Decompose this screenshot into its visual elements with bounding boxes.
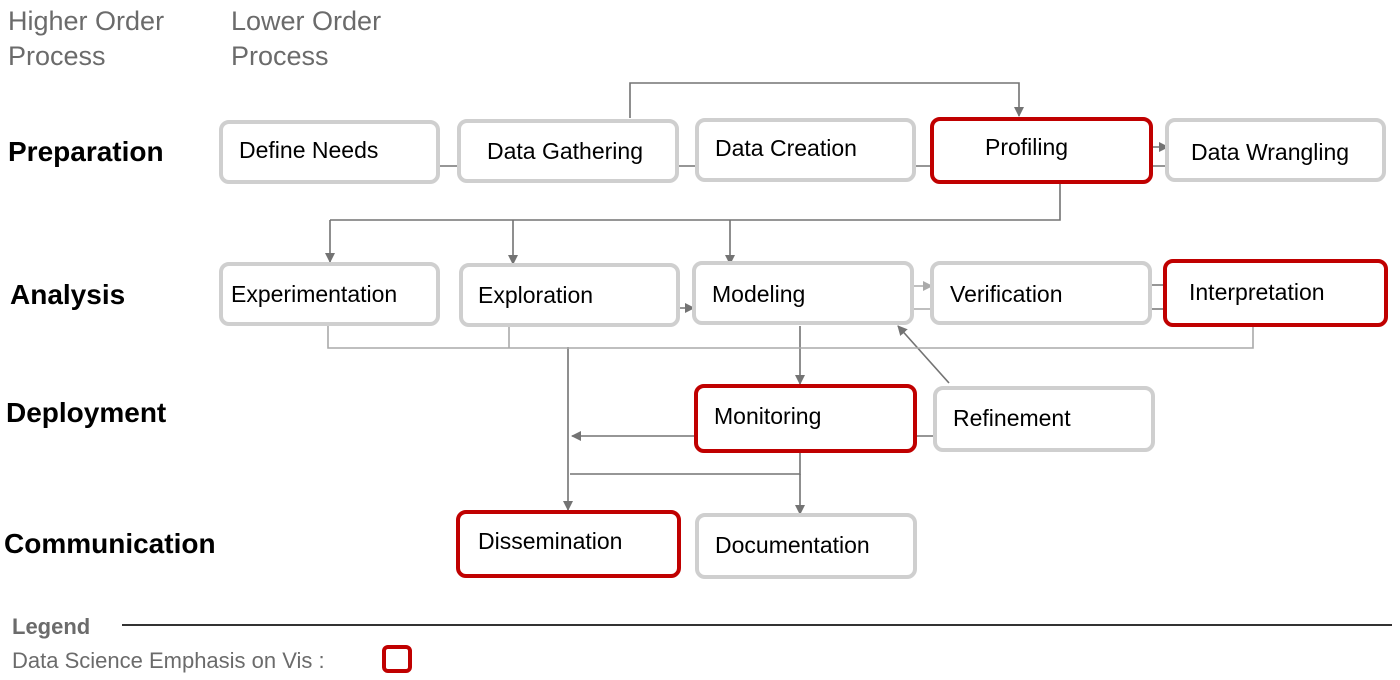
node-define-needs[interactable]: Define Needs	[219, 120, 440, 184]
node-data-gathering[interactable]: Data Gathering	[457, 119, 679, 183]
node-documentation[interactable]: Documentation	[695, 513, 917, 579]
node-label: Refinement	[953, 405, 1071, 431]
node-verification[interactable]: Verification	[930, 261, 1152, 325]
node-dissemination[interactable]: Dissemination	[456, 510, 681, 578]
node-modeling[interactable]: Modeling	[692, 261, 914, 325]
node-label: Data Wrangling	[1191, 139, 1350, 165]
node-data-creation[interactable]: Data Creation	[695, 118, 916, 182]
node-label: Dissemination	[478, 528, 623, 554]
node-label: Exploration	[478, 282, 594, 308]
node-profiling[interactable]: Profiling	[930, 117, 1153, 184]
edge-gathering-to-profiling	[629, 82, 1024, 118]
node-label: Profiling	[985, 134, 1069, 160]
node-label: Verification	[950, 281, 1063, 307]
node-label: Interpretation	[1189, 279, 1325, 305]
edge-monitoring-bus	[570, 452, 801, 475]
node-exploration[interactable]: Exploration	[459, 263, 680, 327]
legend-emphasis-swatch	[382, 645, 412, 673]
node-label: Data Creation	[715, 135, 857, 161]
node-data-wrangling[interactable]: Data Wrangling	[1165, 118, 1386, 182]
legend-divider	[122, 624, 1392, 626]
node-label: Data Gathering	[487, 138, 643, 164]
edge-profiling-to-analysis-bus	[330, 184, 1061, 221]
node-experimentation[interactable]: Experimentation	[219, 262, 440, 326]
edge-refinement-to-modeling	[897, 325, 950, 384]
node-refinement[interactable]: Refinement	[933, 386, 1155, 452]
node-label: Modeling	[712, 281, 806, 307]
node-label: Define Needs	[239, 137, 379, 163]
legend-item-label: Data Science Emphasis on Vis :	[12, 648, 325, 673]
node-label: Experimentation	[231, 281, 398, 307]
node-interpretation[interactable]: Interpretation	[1163, 259, 1388, 327]
node-label: Monitoring	[714, 403, 822, 429]
node-monitoring[interactable]: Monitoring	[694, 384, 917, 453]
node-label: Documentation	[715, 532, 870, 558]
legend-title: Legend	[12, 614, 91, 639]
